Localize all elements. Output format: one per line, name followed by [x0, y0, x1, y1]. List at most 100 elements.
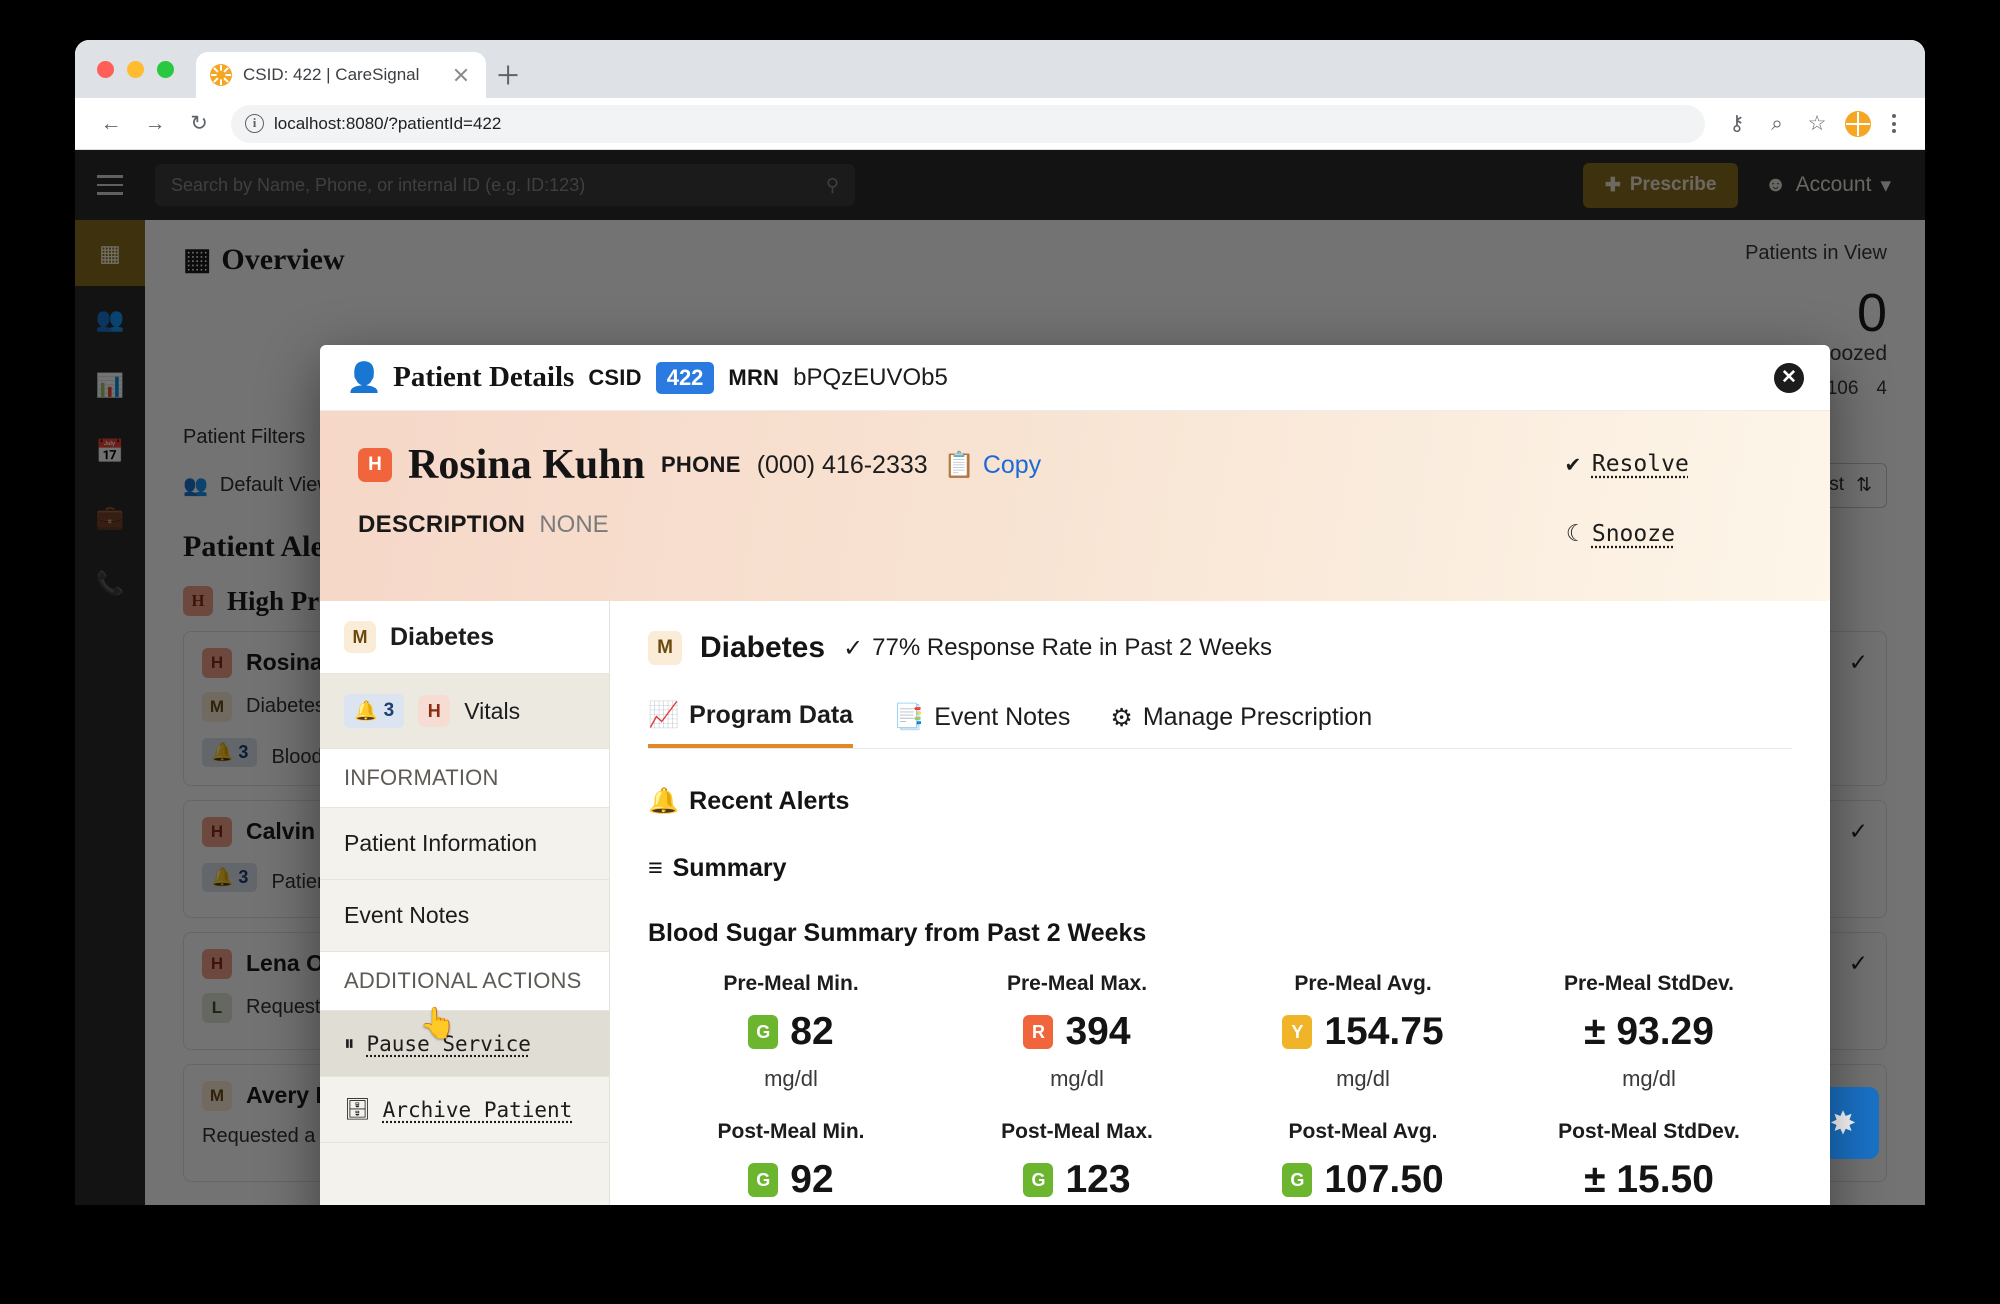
patient-banner-actions: ✔ Resolve ☾ Snooze — [1542, 441, 1792, 601]
patient-name: Rosina Kuhn — [408, 442, 645, 488]
stat-unit: mg/dl — [1622, 1066, 1676, 1091]
window-traffic-lights — [97, 40, 196, 98]
close-tab-icon[interactable] — [450, 64, 472, 86]
patient-details-modal: 👤 Patient Details CSID 422 MRN bPQzEUVOb… — [320, 345, 1830, 1205]
stat-label: Pre-Meal Max. — [1006, 972, 1148, 995]
description-value: NONE — [539, 511, 609, 538]
modal-title: 👤 Patient Details — [346, 361, 574, 395]
stat-value-row: R 394 — [934, 1010, 1220, 1054]
password-key-icon[interactable]: ⚷ — [1717, 104, 1757, 144]
stat-value: ± 15.50 — [1584, 1158, 1714, 1201]
blood-sugar-summary-title: Blood Sugar Summary from Past 2 Weeks — [648, 919, 1147, 947]
response-rate-label: 77% Response Rate in Past 2 Weeks — [872, 634, 1272, 661]
stat-value: 82 — [790, 1010, 834, 1053]
browser-menu-icon[interactable] — [1879, 114, 1909, 133]
status-badge: G — [748, 1015, 779, 1049]
copy-icon: 📋 — [943, 450, 975, 479]
tab-event-notes[interactable]: 📑 Event Notes — [893, 701, 1070, 748]
sidebar-item-patient-information[interactable]: Patient Information — [320, 808, 609, 880]
address-bar-url: localhost:8080/?patientId=422 — [274, 113, 502, 133]
archive-box-icon: 🗄 — [344, 1097, 371, 1121]
close-icon[interactable]: ✕ — [1774, 362, 1804, 393]
stat-label: Pre-Meal StdDev. — [1564, 972, 1734, 995]
stat-cell: Pre-Meal Avg. Y 154.75 mg/dl — [1220, 972, 1506, 1092]
stat-label: Post-Meal Avg. — [1288, 1120, 1438, 1143]
phone-label: PHONE — [660, 452, 741, 477]
browser-tabstrip: CSID: 422 | CareSignal — [75, 40, 1925, 98]
description-label: DESCRIPTION — [358, 511, 526, 538]
tab-label: Program Data — [689, 701, 854, 729]
snooze-button[interactable]: ☾ Snooze — [1566, 521, 1675, 547]
stat-value: 92 — [790, 1158, 834, 1201]
sidebar-heading-additional-actions: ADDITIONAL ACTIONS — [320, 952, 609, 1011]
status-badge: R — [1023, 1015, 1054, 1049]
recent-alerts-label: Recent Alerts — [689, 787, 850, 815]
check-icon: ✔ — [1566, 451, 1580, 477]
recent-alerts-heading[interactable]: 🔔 Recent Alerts — [648, 787, 1792, 816]
copy-button[interactable]: 📋 Copy — [944, 451, 1042, 480]
sidebar-item-event-notes[interactable]: Event Notes — [320, 880, 609, 952]
modal-title-label: Patient Details — [393, 361, 575, 393]
browser-window: CSID: 422 | CareSignal ← → ↻ i localhost… — [75, 40, 1925, 1205]
back-icon[interactable]: ← — [91, 104, 131, 144]
resolve-button[interactable]: ✔ Resolve — [1566, 451, 1689, 477]
new-tab-button[interactable] — [486, 52, 530, 98]
tab-manage-prescription[interactable]: ⚙ Manage Prescription — [1110, 701, 1372, 748]
tab-program-data[interactable]: 📈 Program Data — [648, 701, 854, 748]
mrn-value: bPQzEUVOb5 — [793, 363, 948, 391]
browser-tab[interactable]: CSID: 422 | CareSignal — [196, 52, 486, 98]
pause-service-button[interactable]: ⏸ Pause Service — [320, 1011, 609, 1077]
zoom-icon[interactable]: ⌕ — [1757, 104, 1797, 144]
response-check-icon: ✓ — [843, 634, 864, 662]
moon-icon: ☾ — [1566, 521, 1580, 547]
program-pill: M — [344, 621, 376, 653]
chart-line-icon: 📈 — [648, 701, 680, 729]
phone-value: (000) 416-2333 — [756, 450, 928, 479]
caresignal-favicon — [210, 64, 232, 86]
stat-value-row: G 92 — [648, 1158, 934, 1202]
stat-cell: Post-Meal StdDev. ± 15.50 mg/dl — [1506, 1120, 1792, 1205]
stat-value: 154.75 — [1324, 1010, 1444, 1053]
sidebar-item-diabetes[interactable]: M Diabetes — [320, 601, 609, 674]
mrn-label: MRN — [728, 364, 780, 390]
stat-value-row: G 82 — [648, 1010, 934, 1054]
forward-icon[interactable]: → — [135, 104, 175, 144]
status-badge: Y — [1282, 1015, 1313, 1049]
bookmark-star-icon[interactable]: ☆ — [1797, 104, 1837, 144]
stat-label: Post-Meal Min. — [717, 1120, 865, 1143]
browser-profile-avatar[interactable] — [1845, 110, 1871, 137]
program-pill: M — [648, 631, 682, 665]
risk-pill: H — [358, 448, 392, 482]
archive-patient-button[interactable]: 🗄 Archive Patient — [320, 1077, 609, 1143]
browser-tab-title: CSID: 422 | CareSignal — [243, 65, 420, 84]
modal-tabs: 📈 Program Data 📑 Event Notes ⚙ Manage Pr… — [648, 701, 1792, 749]
address-bar[interactable]: i localhost:8080/?patientId=422 — [231, 104, 1705, 143]
blood-sugar-stats-grid: Pre-Meal Min. G 82 mg/dl Pre-Meal Max. R — [648, 972, 1792, 1205]
status-badge: G — [1023, 1163, 1054, 1197]
site-info-icon[interactable]: i — [245, 114, 264, 133]
sidebar-item-label: Vitals — [464, 697, 521, 724]
copy-label: Copy — [982, 450, 1042, 479]
minimize-window-button[interactable] — [127, 60, 144, 78]
alert-count-badge: 🔔 3 — [344, 694, 405, 728]
patient-name-line: H Rosina Kuhn PHONE (000) 416-2333 📋 Cop… — [358, 441, 1542, 489]
status-badge: G — [748, 1163, 779, 1197]
mouse-cursor: 👆 — [419, 1007, 457, 1040]
close-window-button[interactable] — [97, 60, 114, 78]
stat-value: 123 — [1065, 1158, 1131, 1201]
sidebar-item-vitals[interactable]: 🔔 3 H Vitals — [320, 674, 609, 749]
csid-label: CSID — [588, 364, 642, 390]
bell-icon: 🔔 — [648, 787, 680, 815]
resolve-label: Resolve — [1591, 451, 1689, 477]
tab-label: Manage Prescription — [1142, 703, 1373, 731]
sidebar-item-label: Diabetes — [390, 622, 495, 651]
stat-cell: Post-Meal Max. G 123 mg/dl — [934, 1120, 1220, 1205]
stat-value: ± 93.29 — [1584, 1010, 1714, 1053]
stat-label: Pre-Meal Avg. — [1294, 972, 1432, 995]
modal-body: M Diabetes 🔔 3 H Vitals INFORMATION Pati… — [320, 601, 1830, 1205]
reload-icon[interactable]: ↻ — [179, 104, 219, 144]
summary-heading[interactable]: ≡ Summary — [648, 854, 1792, 883]
gear-icon: ⚙ — [1110, 703, 1133, 732]
maximize-window-button[interactable] — [157, 60, 174, 78]
stat-value: 394 — [1065, 1010, 1131, 1053]
